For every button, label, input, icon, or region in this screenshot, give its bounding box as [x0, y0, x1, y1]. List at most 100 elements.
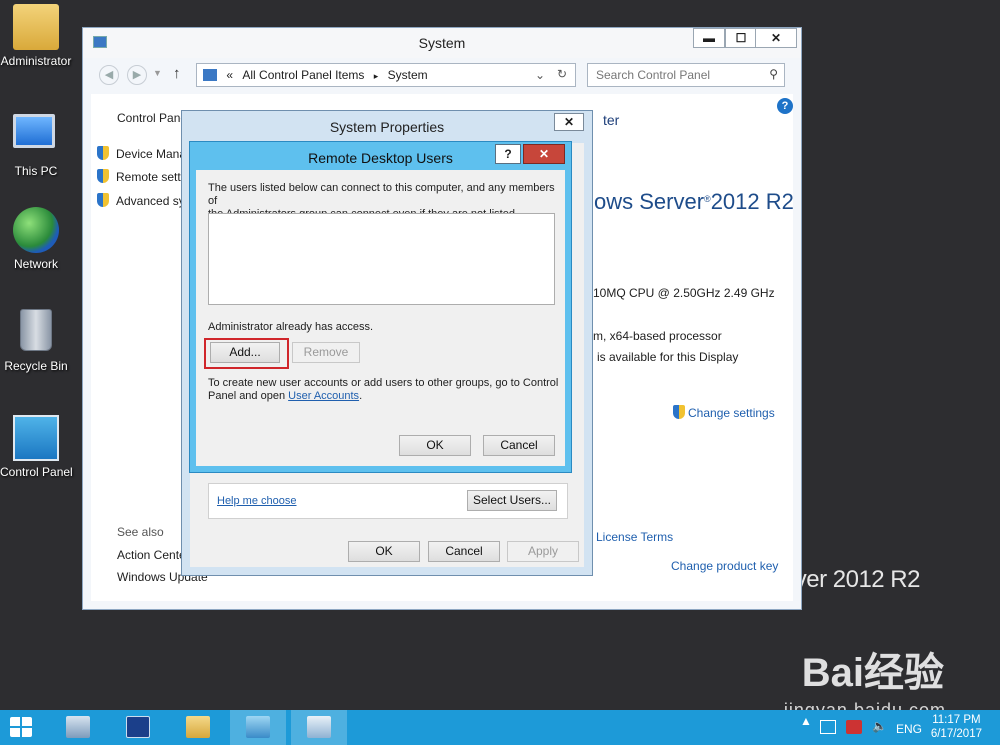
- taskbar-file-explorer[interactable]: [170, 710, 226, 745]
- desktop-icon-this-pc[interactable]: This PC: [0, 108, 72, 178]
- forward-icon[interactable]: ▶: [127, 65, 147, 85]
- footer-suffix: .: [359, 390, 363, 402]
- minimize-button[interactable]: ▬: [693, 28, 725, 48]
- watermark-logo: Bai经验: [801, 651, 944, 695]
- language-indicator[interactable]: ENG: [896, 722, 922, 736]
- volume-icon[interactable]: 🔈: [872, 719, 887, 733]
- back-icon[interactable]: ◀: [99, 65, 119, 85]
- up-icon[interactable]: ↑: [173, 65, 181, 82]
- dialog-title: System Properties: [329, 119, 445, 135]
- recycle-bin-icon: [13, 309, 59, 355]
- change-settings-link[interactable]: Change settings: [673, 405, 775, 420]
- highlight-box: [204, 338, 289, 369]
- change-settings-label: Change settings: [688, 406, 775, 420]
- show-hidden-icons[interactable]: ▲: [800, 714, 812, 728]
- desktop-icon-label: Administrator: [0, 54, 72, 68]
- system-type-value: m, x64-based processor: [593, 329, 722, 343]
- footer-line: Panel and open User Accounts.: [208, 390, 558, 403]
- taskbar: ▲ 🔈 ENG 11:17 PM 6/17/2017: [0, 710, 1000, 745]
- help-me-choose-link[interactable]: Help me choose: [217, 495, 297, 507]
- shield-icon: [673, 405, 685, 419]
- taskbar-control-panel[interactable]: [230, 710, 286, 745]
- sidebar-link-label: Remote setti: [116, 170, 184, 184]
- desktop-icon-label: Recycle Bin: [4, 359, 68, 373]
- sidebar-link-advanced-settings[interactable]: Advanced sy: [97, 193, 185, 208]
- cancel-button[interactable]: Cancel: [483, 435, 555, 456]
- network-tray-icon[interactable]: [820, 720, 836, 734]
- windows-edition: ows Server®2012 R2: [594, 189, 794, 214]
- help-button[interactable]: ?: [495, 144, 521, 164]
- cancel-button[interactable]: Cancel: [428, 541, 500, 562]
- taskbar-powershell[interactable]: [110, 710, 166, 745]
- remove-button[interactable]: Remove: [292, 342, 360, 363]
- desktop-icon-administrator[interactable]: Administrator: [0, 4, 72, 68]
- system-titlebar[interactable]: System ▬ ☐ ✕: [83, 28, 801, 58]
- footer-line: To create new user accounts or add users…: [208, 377, 559, 389]
- access-note: Administrator already has access.: [208, 321, 374, 333]
- system-properties-titlebar[interactable]: System Properties ✕: [182, 111, 592, 141]
- footer-prefix: Panel and open: [208, 390, 289, 402]
- powershell-icon: [126, 716, 150, 738]
- server-manager-icon: [66, 716, 90, 738]
- action-center-icon[interactable]: [846, 720, 862, 734]
- desktop-icon-control-panel[interactable]: Control Panel: [0, 415, 73, 479]
- help-icon[interactable]: ?: [777, 98, 793, 114]
- address-dropdown-icon[interactable]: ⌄: [535, 68, 545, 82]
- close-button[interactable]: ✕: [755, 28, 797, 48]
- breadcrumb-prefix: «: [226, 68, 234, 82]
- remote-desktop-group: Help me choose Select Users...: [208, 483, 568, 519]
- see-also-action-center[interactable]: Action Cente: [117, 548, 186, 562]
- search-icon[interactable]: ⚲: [769, 67, 778, 81]
- address-bar[interactable]: « All Control Panel Items ▸ System ⌄ ↻: [196, 63, 576, 87]
- clock-date: 6/17/2017: [930, 728, 982, 740]
- desktop-brand-text: rver 2012 R2: [787, 566, 920, 593]
- shield-icon: [97, 146, 109, 160]
- recent-dropdown-icon[interactable]: ▼: [153, 68, 162, 78]
- remote-desktop-users-dialog: Remote Desktop Users ? ✕ The users liste…: [189, 141, 572, 473]
- desktop-icon-network[interactable]: Network: [0, 207, 72, 271]
- control-panel-small-icon: [203, 69, 217, 81]
- processor-value: 10MQ CPU @ 2.50GHz 2.49 GHz: [593, 286, 775, 300]
- close-button[interactable]: ✕: [554, 113, 584, 131]
- shield-icon: [97, 193, 109, 207]
- user-folder-icon: [13, 4, 59, 50]
- sidebar-link-device-manager[interactable]: Device Mana: [97, 146, 186, 161]
- taskbar-server-manager[interactable]: [50, 710, 106, 745]
- sidebar-link-remote-settings[interactable]: Remote setti: [97, 169, 183, 184]
- desktop-icon-label: Network: [13, 257, 58, 271]
- shield-icon: [97, 169, 109, 183]
- control-panel-home-link[interactable]: Control Pane: [117, 111, 187, 125]
- start-button[interactable]: [0, 710, 56, 745]
- change-product-key-link[interactable]: Change product key: [671, 559, 778, 573]
- clock[interactable]: 11:17 PM 6/17/2017: [931, 713, 982, 741]
- breadcrumb-current[interactable]: System: [388, 68, 428, 82]
- refresh-icon[interactable]: ↻: [557, 67, 567, 81]
- license-terms-link[interactable]: License Terms: [596, 530, 673, 544]
- remote-desktop-users-titlebar[interactable]: Remote Desktop Users ? ✕: [190, 142, 571, 172]
- desktop-icon-recycle-bin[interactable]: Recycle Bin: [0, 309, 72, 373]
- breadcrumb-root[interactable]: All Control Panel Items: [242, 68, 364, 82]
- pen-touch-value: is available for this Display: [597, 350, 739, 364]
- edition-suffix: 2012 R2: [710, 189, 794, 214]
- ok-button[interactable]: OK: [399, 435, 471, 456]
- close-button[interactable]: ✕: [523, 144, 565, 164]
- apply-button[interactable]: Apply: [507, 541, 579, 562]
- file-explorer-icon: [186, 716, 210, 738]
- intro-line: The users listed below can connect to th…: [208, 182, 555, 207]
- edition-text: ows Server: [594, 189, 705, 214]
- see-also-heading: See also: [117, 525, 164, 539]
- start-icon: [10, 717, 32, 737]
- user-list[interactable]: [208, 213, 555, 305]
- select-users-button[interactable]: Select Users...: [467, 490, 557, 511]
- system-properties-icon: [307, 716, 331, 738]
- search-placeholder: Search Control Panel: [596, 68, 711, 82]
- breadcrumb-separator: ▸: [373, 71, 379, 81]
- maximize-button[interactable]: ☐: [725, 28, 757, 48]
- control-panel-icon: [246, 716, 270, 738]
- ok-button[interactable]: OK: [348, 541, 420, 562]
- user-accounts-link[interactable]: User Accounts: [288, 390, 359, 402]
- network-icon: [13, 207, 59, 253]
- address-row: ◀ ▶ ▼ ↑ « All Control Panel Items ▸ Syst…: [91, 62, 793, 88]
- taskbar-system-properties[interactable]: [291, 710, 347, 745]
- search-input[interactable]: Search Control Panel ⚲: [587, 63, 785, 87]
